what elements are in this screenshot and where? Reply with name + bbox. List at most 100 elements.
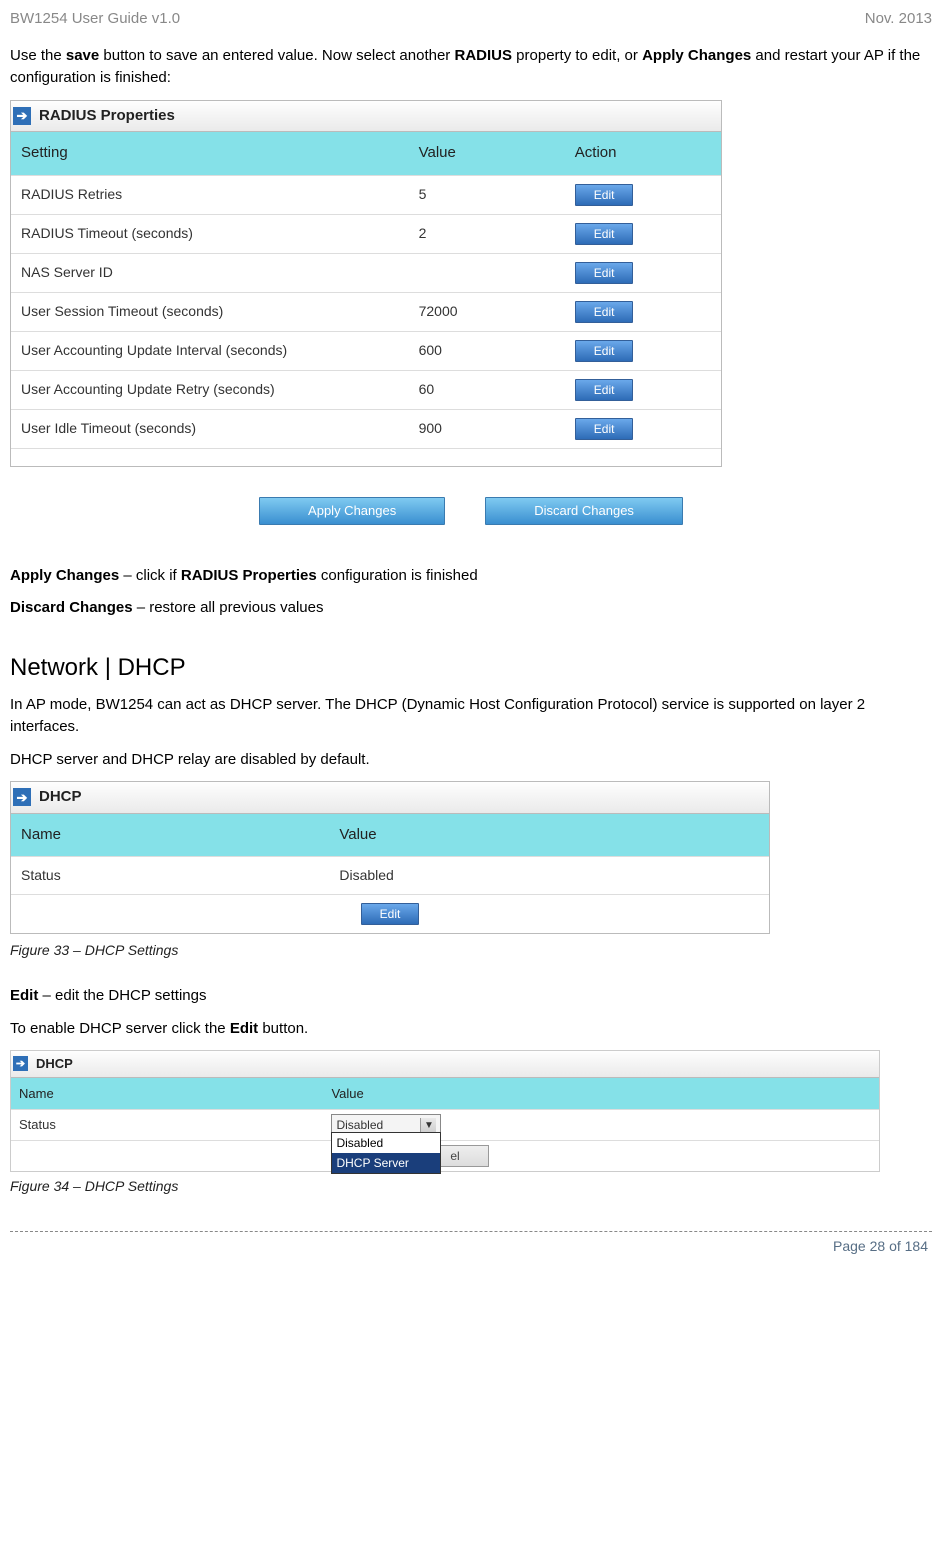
table-row: User Accounting Update Interval (seconds… — [11, 331, 721, 370]
text-bold: save — [66, 47, 99, 64]
dhcp-panel: ➔ DHCP Name Value Status Disabled Edit — [10, 781, 770, 934]
text: To enable DHCP server click the — [10, 1020, 230, 1037]
cell-setting: User Accounting Update Interval (seconds… — [11, 331, 409, 370]
edit-button[interactable]: Edit — [575, 340, 634, 362]
arrow-right-icon: ➔ — [13, 788, 31, 806]
cell-name: Status — [11, 1110, 323, 1141]
cell-action: Edit — [565, 214, 721, 253]
table-row-buttons: el — [11, 1141, 879, 1172]
col-header-value: Value — [329, 814, 769, 857]
cell-setting: User Idle Timeout (seconds) — [11, 409, 409, 448]
panel-title: DHCP — [39, 786, 82, 809]
table-row: Status Disabled ▼ Disabled DHCP Server — [11, 1110, 879, 1141]
panel-title: RADIUS Properties — [39, 105, 175, 128]
edit-button[interactable]: Edit — [575, 379, 634, 401]
section-heading-network-dhcp: Network | DHCP — [10, 650, 932, 686]
dhcp-table: Name Value Status Disabled Edit — [11, 814, 769, 934]
table-row: NAS Server ID Edit — [11, 253, 721, 292]
edit-button[interactable]: Edit — [575, 301, 634, 323]
page-header: BW1254 User Guide v1.0 Nov. 2013 — [0, 0, 942, 35]
table-row: User Accounting Update Retry (seconds) 6… — [11, 370, 721, 409]
dhcp-paragraph-1: In AP mode, BW1254 can act as DHCP serve… — [10, 694, 932, 739]
apply-changes-line: Apply Changes – click if RADIUS Properti… — [10, 565, 932, 588]
enable-line: To enable DHCP server click the Edit but… — [10, 1018, 932, 1041]
edit-button[interactable]: Edit — [575, 418, 634, 440]
apply-changes-button[interactable]: Apply Changes — [259, 497, 445, 525]
table-row: User Session Timeout (seconds) 72000 Edi… — [11, 292, 721, 331]
cell-setting: NAS Server ID — [11, 253, 409, 292]
cell-action: Edit — [565, 253, 721, 292]
cell-action: Edit — [565, 409, 721, 448]
discard-changes-button[interactable]: Discard Changes — [485, 497, 683, 525]
cell-action: Edit — [565, 370, 721, 409]
cell-action: Edit — [565, 175, 721, 214]
table-row: Status Disabled — [11, 857, 769, 895]
dhcp-paragraph-2: DHCP server and DHCP relay are disabled … — [10, 749, 932, 772]
text: – edit the DHCP settings — [38, 987, 206, 1004]
cell-setting: User Accounting Update Retry (seconds) — [11, 370, 409, 409]
cell-value: 900 — [409, 409, 565, 448]
table-row-edit: Edit — [11, 895, 769, 934]
cell-value: Disabled — [329, 857, 769, 895]
text: – restore all previous values — [133, 599, 324, 616]
col-header-name: Name — [11, 814, 329, 857]
text-bold: RADIUS Properties — [181, 567, 317, 584]
col-header-action: Action — [565, 132, 721, 175]
cell-setting: RADIUS Timeout (seconds) — [11, 214, 409, 253]
cell-name: Status — [11, 857, 329, 895]
text: configuration is finished — [317, 567, 478, 584]
cell-value: Disabled ▼ Disabled DHCP Server — [323, 1110, 879, 1141]
changes-button-row: Apply Changes Discard Changes — [10, 497, 932, 525]
text: button. — [258, 1020, 308, 1037]
edit-button[interactable]: Edit — [575, 262, 634, 284]
text: Use the — [10, 47, 66, 64]
edit-line: Edit – edit the DHCP settings — [10, 985, 932, 1008]
cell-action: Edit — [565, 331, 721, 370]
panel-title-bar: ➔ RADIUS Properties — [11, 101, 721, 133]
text-bold: RADIUS — [454, 47, 512, 64]
status-select-wrap: Disabled ▼ Disabled DHCP Server — [331, 1114, 441, 1136]
figure-caption: Figure 33 – DHCP Settings — [10, 940, 932, 961]
dhcp-edit-table: Name Value Status Disabled ▼ Di — [11, 1078, 879, 1172]
text: button to save an entered value. Now sel… — [99, 47, 454, 64]
cell-value: 72000 — [409, 292, 565, 331]
arrow-right-icon: ➔ — [13, 107, 31, 125]
table-row: RADIUS Timeout (seconds) 2 Edit — [11, 214, 721, 253]
cell-value: 60 — [409, 370, 565, 409]
figure-caption: Figure 34 – DHCP Settings — [10, 1176, 932, 1197]
cell-value: 5 — [409, 175, 565, 214]
dhcp-edit-panel: ➔ DHCP Name Value Status Disabled ▼ — [10, 1050, 880, 1172]
panel-title-bar: ➔ DHCP — [11, 1051, 879, 1078]
cell-setting: User Session Timeout (seconds) — [11, 292, 409, 331]
panel-title: DHCP — [36, 1054, 73, 1074]
cell-value: 600 — [409, 331, 565, 370]
col-header-value: Value — [409, 132, 565, 175]
table-row: User Idle Timeout (seconds) 900 Edit — [11, 409, 721, 448]
discard-changes-line: Discard Changes – restore all previous v… — [10, 597, 932, 620]
page-footer: Page 28 of 184 — [0, 1232, 942, 1267]
table-pad-row — [11, 448, 721, 466]
edit-button[interactable]: Edit — [575, 184, 634, 206]
cell-value: 2 — [409, 214, 565, 253]
text-bold: Apply Changes — [10, 567, 119, 584]
cell-setting: RADIUS Retries — [11, 175, 409, 214]
radius-table: Setting Value Action RADIUS Retries 5 Ed… — [11, 132, 721, 466]
cell-value — [409, 253, 565, 292]
edit-button[interactable]: Edit — [575, 223, 634, 245]
col-header-value: Value — [323, 1078, 879, 1110]
radius-properties-panel: ➔ RADIUS Properties Setting Value Action… — [10, 100, 722, 468]
dropdown-option-dhcp-server[interactable]: DHCP Server — [332, 1153, 440, 1173]
text-bold: Apply Changes — [642, 47, 751, 64]
chevron-down-icon: ▼ — [420, 1118, 436, 1132]
text-bold: Edit — [10, 987, 38, 1004]
intro-paragraph: Use the save button to save an entered v… — [10, 45, 932, 90]
doc-title: BW1254 User Guide v1.0 — [10, 8, 180, 31]
col-header-name: Name — [11, 1078, 323, 1110]
col-header-setting: Setting — [11, 132, 409, 175]
panel-title-bar: ➔ DHCP — [11, 782, 769, 814]
dropdown-option-disabled[interactable]: Disabled — [332, 1133, 440, 1153]
arrow-right-icon: ➔ — [13, 1056, 28, 1071]
cell-action: Edit — [565, 292, 721, 331]
doc-date: Nov. 2013 — [865, 8, 932, 31]
edit-button[interactable]: Edit — [361, 903, 420, 925]
